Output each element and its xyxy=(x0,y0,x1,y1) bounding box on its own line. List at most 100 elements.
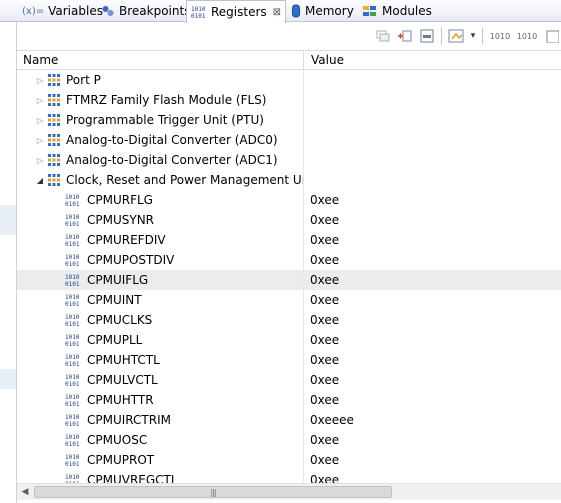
register-value[interactable]: 0xee xyxy=(305,250,561,270)
add-register-group-icon[interactable] xyxy=(397,27,413,45)
number-format-icon[interactable]: 1010 xyxy=(515,27,539,45)
name-cell: 1010 0101 CPMUPROT xyxy=(17,450,304,470)
register-value[interactable]: 0xeeee xyxy=(305,410,561,430)
register-value[interactable]: 0xee xyxy=(305,310,561,330)
register-name: CPMURFLG xyxy=(87,193,153,207)
register-value[interactable]: 0xee xyxy=(305,470,561,483)
table-row-register[interactable]: 1010 0101 CPMUINT 0xee xyxy=(17,290,561,310)
expand-arrow-icon[interactable]: ▷ xyxy=(33,156,47,165)
tab-breakpoints[interactable]: Breakpoints xyxy=(97,0,194,22)
svg-text:1010: 1010 xyxy=(65,314,80,321)
table-row-group[interactable]: ▷ Programmable Trigger Unit (PTU) xyxy=(17,110,561,130)
table-row-register[interactable]: 1010 0101 CPMUIFLG 0xee xyxy=(17,270,561,290)
svg-text:0101: 0101 xyxy=(65,461,80,467)
register-group-icon xyxy=(47,173,61,187)
column-header-value[interactable]: Value xyxy=(305,51,561,70)
svg-text:0101: 0101 xyxy=(65,241,80,247)
svg-text:0101: 0101 xyxy=(65,201,80,207)
expand-arrow-icon[interactable]: ▷ xyxy=(33,136,47,145)
register-icon: 10100101 xyxy=(65,373,81,387)
register-icon: 10100101 xyxy=(65,393,81,407)
registers-table: Name Value ▷ Port P ▷ FTMRZ Family Flash Mo… xyxy=(17,50,561,483)
table-row-group[interactable]: ◢ Clock, Reset and Power Management Un xyxy=(17,170,561,190)
table-row-register[interactable]: 1010 0101 CPMUPROT 0xee xyxy=(17,450,561,470)
adjacent-selection-marker xyxy=(0,369,16,389)
table-row-register[interactable]: 1010 0101 CPMURFLG 0xee xyxy=(17,190,561,210)
group-name: Analog-to-Digital Converter (ADC1) xyxy=(66,153,278,167)
register-value[interactable]: 0xee xyxy=(305,230,561,250)
table-row-group[interactable]: ▷ Analog-to-Digital Converter (ADC1) xyxy=(17,150,561,170)
table-row-register[interactable]: 1010 0101 CPMUPOSTDIV 0xee xyxy=(17,250,561,270)
register-value[interactable]: 0xee xyxy=(305,290,561,310)
svg-text:1010: 1010 xyxy=(65,394,80,401)
register-group-icon xyxy=(47,113,61,127)
group-name: FTMRZ Family Flash Module (FLS) xyxy=(66,93,267,107)
table-row-register[interactable]: 1010 0101 CPMUHTCTL 0xee xyxy=(17,350,561,370)
svg-text:0101: 0101 xyxy=(65,261,80,267)
value-cell xyxy=(305,150,561,170)
register-name: CPMUINT xyxy=(87,293,142,307)
tab-label: Breakpoints xyxy=(119,4,191,18)
expand-arrow-icon[interactable]: ▷ xyxy=(33,76,47,85)
remove-register-group-icon[interactable] xyxy=(419,27,435,45)
table-row-group[interactable]: ▷ Port P xyxy=(17,70,561,90)
column-header-name[interactable]: Name xyxy=(17,51,304,70)
table-row-register[interactable]: 1010 0101 CPMUHTTR 0xee xyxy=(17,390,561,410)
table-row-register[interactable]: 10100101 CPMUVREGCTL 0xee xyxy=(17,470,561,483)
tab-label: Modules xyxy=(382,4,432,18)
register-value[interactable]: 0xee xyxy=(305,330,561,350)
register-icon: 10100101 xyxy=(65,233,81,247)
svg-text:0101: 0101 xyxy=(65,281,80,287)
register-value[interactable]: 0xee xyxy=(305,450,561,470)
register-icon: 10100101 xyxy=(65,293,81,307)
tab-modules[interactable]: Modules xyxy=(358,0,436,22)
table-row-register[interactable]: 1010 0101 CPMUSYNR 0xee xyxy=(17,210,561,230)
minimize-icon[interactable] xyxy=(543,27,561,45)
register-icon: 10100101 xyxy=(65,313,81,327)
register-value[interactable]: 0xee xyxy=(305,430,561,450)
svg-text:0101: 0101 xyxy=(65,221,80,227)
group-name: Port P xyxy=(66,73,101,87)
register-value[interactable]: 0xee xyxy=(305,350,561,370)
group-name: Programmable Trigger Unit (PTU) xyxy=(66,113,264,127)
register-name: CPMULVCTL xyxy=(87,373,158,387)
register-name: CPMUPROT xyxy=(87,453,155,467)
number-format-icon[interactable]: 1010 xyxy=(488,27,512,45)
tab-variables[interactable]: (x)= Variables xyxy=(18,0,107,22)
table-row-register[interactable]: 1010 0101 CPMUPLL 0xee xyxy=(17,330,561,350)
expand-arrow-icon[interactable]: ▷ xyxy=(33,116,47,125)
table-row-register[interactable]: 1010 0101 CPMULVCTL 0xee xyxy=(17,370,561,390)
name-cell: 1010 0101 CPMUCLKS xyxy=(17,310,304,330)
scrollbar-thumb[interactable]: ||| xyxy=(34,486,392,498)
tab-memory[interactable]: Memory xyxy=(287,0,358,22)
horizontal-scrollbar[interactable]: ◀ ||| xyxy=(17,483,561,500)
view-menu-icon[interactable]: ▾ xyxy=(468,27,478,45)
table-row-register[interactable]: 1010 0101 CPMUIRCTRIM 0xeeee xyxy=(17,410,561,430)
svg-text:1010: 1010 xyxy=(65,414,80,421)
name-cell: 1010 0101 CPMUHTCTL xyxy=(17,350,304,370)
table-row-register[interactable]: 1010 0101 CPMUOSC 0xee xyxy=(17,430,561,450)
name-cell: ▷ Analog-to-Digital Converter (ADC0) xyxy=(17,130,304,150)
table-row-group[interactable]: ▷ Analog-to-Digital Converter (ADC0) xyxy=(17,130,561,150)
svg-text:0101: 0101 xyxy=(65,381,80,387)
layout-icon[interactable] xyxy=(448,27,466,45)
table-row-register[interactable]: 1010 0101 CPMUCLKS 0xee xyxy=(17,310,561,330)
adjacent-view-edge xyxy=(0,22,17,503)
collapse-all-icon[interactable] xyxy=(375,27,391,45)
table-row-register[interactable]: 1010 0101 CPMUREFDIV 0xee xyxy=(17,230,561,250)
group-name: Clock, Reset and Power Management Un xyxy=(66,173,304,187)
register-name: CPMUIFLG xyxy=(87,273,149,287)
register-value[interactable]: 0xee xyxy=(305,270,561,290)
close-tab-icon[interactable]: ⊠ xyxy=(273,7,281,18)
scroll-left-icon[interactable]: ◀ xyxy=(17,484,33,500)
register-value[interactable]: 0xee xyxy=(305,370,561,390)
collapse-arrow-icon[interactable]: ◢ xyxy=(33,176,47,185)
tab-registers[interactable]: 1010 0101 Registers ⊠ xyxy=(186,0,287,23)
register-value[interactable]: 0xee xyxy=(305,210,561,230)
register-value[interactable]: 0xee xyxy=(305,190,561,210)
table-header: Name Value xyxy=(17,50,561,70)
register-value[interactable]: 0xee xyxy=(305,390,561,410)
name-cell: 1010 0101 CPMURFLG xyxy=(17,190,304,210)
expand-arrow-icon[interactable]: ▷ xyxy=(33,96,47,105)
table-row-group[interactable]: ▷ FTMRZ Family Flash Module (FLS) xyxy=(17,90,561,110)
